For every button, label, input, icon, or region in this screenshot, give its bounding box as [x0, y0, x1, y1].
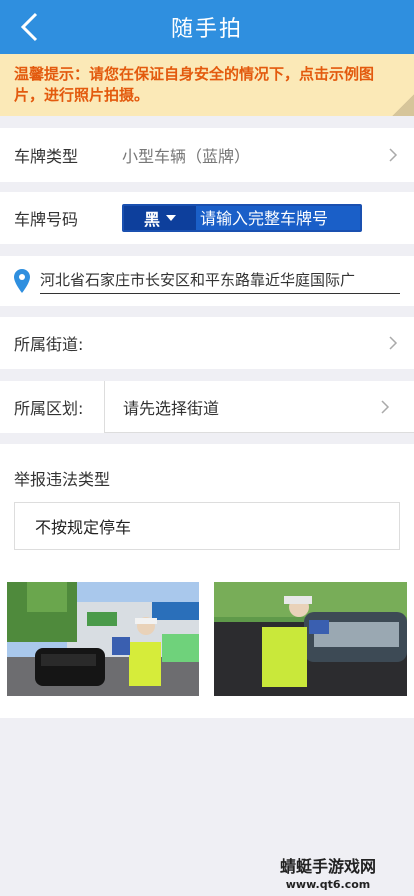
plate-province-value: 黑: [143, 210, 160, 229]
plate-type-label: 车牌类型: [14, 147, 79, 166]
violation-type-value: 不按规定停车: [35, 518, 132, 537]
district-label: 所属区划:: [14, 399, 84, 418]
plate-province-select[interactable]: 黑: [124, 206, 196, 230]
plate-number-field: 黑: [122, 204, 362, 232]
example-photo-2[interactable]: [214, 582, 407, 696]
district-select[interactable]: 请先选择街道: [104, 381, 414, 433]
chevron-left-icon: [20, 12, 38, 42]
location-pin-icon: [14, 269, 30, 293]
watermark-url: www.qt6.com: [285, 878, 371, 891]
violation-type-field[interactable]: 不按规定停车: [14, 502, 400, 550]
safety-notice: 温馨提示：请您在保证自身安全的情况下，点击示例图片，进行照片拍摄。: [0, 54, 414, 116]
example-photo-2-image: [214, 582, 407, 696]
example-photo-1-image: [7, 582, 199, 696]
caret-down-icon: [166, 215, 176, 221]
chevron-right-icon: [389, 148, 398, 162]
district-value: 请先选择街道: [123, 398, 220, 418]
plate-number-row: 车牌号码 黑: [0, 192, 414, 244]
plate-type-row[interactable]: 车牌类型 小型车辆（蓝牌）: [0, 128, 414, 182]
chevron-right-icon: [381, 399, 390, 414]
watermark-title: 蜻蜓手游戏网: [280, 857, 377, 876]
plate-number-label: 车牌号码: [14, 210, 79, 229]
chevron-right-icon: [389, 336, 398, 350]
district-row: 所属区划: 请先选择街道: [0, 381, 414, 433]
location-address: 河北省石家庄市长安区和平东路靠近华庭国际广: [40, 269, 400, 294]
watermark: 蜻蜓手游戏网 www.qt6.com: [280, 858, 376, 894]
violation-label: 举报违法类型: [14, 470, 111, 489]
example-photo-1[interactable]: [7, 582, 199, 696]
street-label: 所属街道:: [14, 335, 84, 354]
page-title: 随手拍: [170, 17, 243, 42]
street-row[interactable]: 所属街道:: [0, 317, 414, 369]
violation-section: 举报违法类型 不按规定停车: [0, 444, 414, 568]
back-button[interactable]: [10, 7, 50, 47]
plate-number-input[interactable]: [196, 206, 360, 230]
notice-fold-corner: [392, 94, 414, 116]
app-header: 随手拍: [0, 0, 414, 54]
notice-text: 温馨提示：请您在保证自身安全的情况下，点击示例图片，进行照片拍摄。: [14, 65, 375, 104]
plate-type-value: 小型车辆（蓝牌）: [122, 147, 251, 166]
location-row[interactable]: 河北省石家庄市长安区和平东路靠近华庭国际广: [0, 256, 414, 306]
